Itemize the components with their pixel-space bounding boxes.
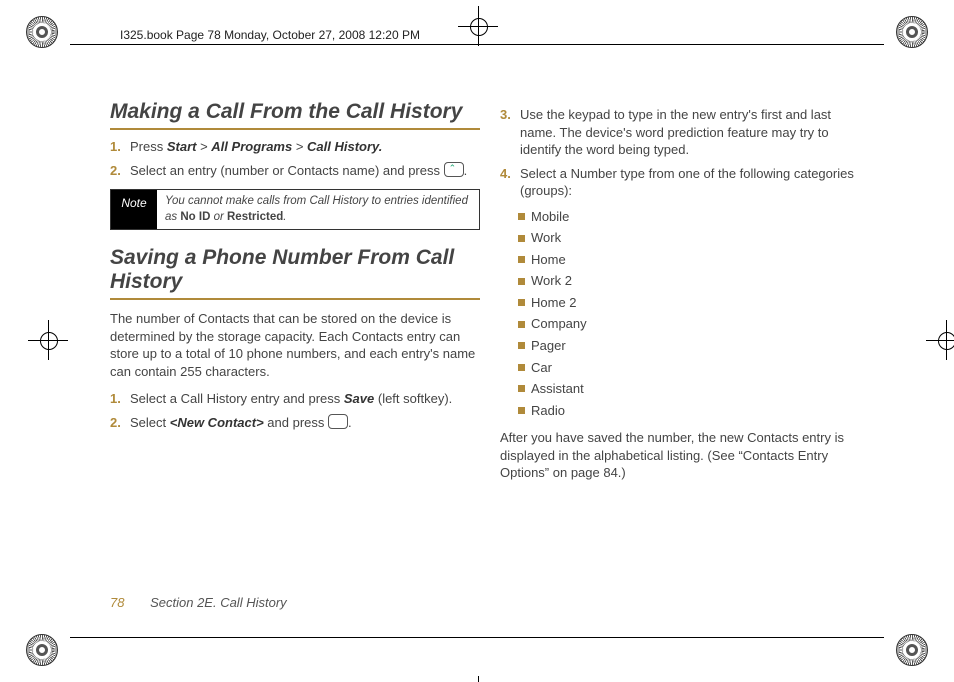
category-item: Assistant [518, 380, 870, 398]
category-item: Mobile [518, 208, 870, 226]
category-label: Home [531, 251, 566, 269]
category-label: Radio [531, 402, 565, 420]
step-4: 4. Select a Number type from one of the … [500, 165, 870, 200]
step-1: 1. Press Start > All Programs > Call His… [110, 138, 480, 156]
ok-key-icon [328, 414, 348, 429]
step-text: Select a Number type from one of the fol… [520, 165, 870, 200]
footer-rule [70, 637, 884, 638]
bullet-icon [518, 256, 525, 263]
category-item: Work [518, 229, 870, 247]
note-body: You cannot make calls from Call History … [157, 190, 479, 229]
header-rule [70, 44, 884, 45]
step-number: 3. [500, 106, 520, 122]
step-number: 2. [110, 414, 130, 430]
note-label: Note [111, 190, 157, 229]
column-right: 3. Use the keypad to type in the new ent… [500, 100, 870, 582]
step-number: 1. [110, 390, 130, 406]
step-2: 2. Select <New Contact> and press . [110, 414, 480, 432]
category-item: Home [518, 251, 870, 269]
intro-paragraph: The number of Contacts that can be store… [110, 310, 480, 380]
step-3: 3. Use the keypad to type in the new ent… [500, 106, 870, 159]
step-number: 1. [110, 138, 130, 154]
category-label: Work [531, 229, 561, 247]
bullet-icon [518, 385, 525, 392]
step-text: Select <New Contact> and press . [130, 414, 480, 432]
after-paragraph: After you have saved the number, the new… [500, 429, 870, 482]
category-label: Assistant [531, 380, 584, 398]
category-label: Mobile [531, 208, 569, 226]
print-rosette-tl [26, 16, 58, 48]
step-2: 2. Select an entry (number or Contacts n… [110, 162, 480, 180]
steps-saving-cont: 3. Use the keypad to type in the new ent… [500, 106, 870, 200]
category-label: Home 2 [531, 294, 577, 312]
category-label: Pager [531, 337, 566, 355]
section-label: Section 2E. Call History [150, 595, 287, 610]
step-text: Select a Call History entry and press Sa… [130, 390, 480, 408]
step-number: 2. [110, 162, 130, 178]
column-left: Making a Call From the Call History 1. P… [110, 100, 480, 582]
category-item: Pager [518, 337, 870, 355]
bullet-icon [518, 278, 525, 285]
bullet-icon [518, 342, 525, 349]
category-item: Home 2 [518, 294, 870, 312]
bullet-icon [518, 321, 525, 328]
framemaker-header: I325.book Page 78 Monday, October 27, 20… [120, 28, 420, 42]
category-label: Company [531, 315, 587, 333]
call-key-icon [444, 162, 464, 177]
page-body: Making a Call From the Call History 1. P… [110, 100, 894, 582]
print-rosette-bl [26, 634, 58, 666]
bullet-icon [518, 235, 525, 242]
steps-making-call: 1. Press Start > All Programs > Call His… [110, 138, 480, 179]
heading-saving-number: Saving a Phone Number From Call History [110, 246, 480, 300]
steps-saving: 1. Select a Call History entry and press… [110, 390, 480, 431]
category-label: Work 2 [531, 272, 572, 290]
step-1: 1. Select a Call History entry and press… [110, 390, 480, 408]
category-item: Radio [518, 402, 870, 420]
step-text: Press Start > All Programs > Call Histor… [130, 138, 480, 156]
bullet-icon [518, 299, 525, 306]
note-box: Note You cannot make calls from Call His… [110, 189, 480, 230]
step-number: 4. [500, 165, 520, 181]
print-rosette-br [896, 634, 928, 666]
category-item: Work 2 [518, 272, 870, 290]
heading-making-call: Making a Call From the Call History [110, 100, 480, 130]
page-footer: 78 Section 2E. Call History [110, 594, 287, 612]
bullet-icon [518, 364, 525, 371]
bullet-icon [518, 407, 525, 414]
step-text: Select an entry (number or Contacts name… [130, 162, 480, 180]
page-number: 78 [110, 595, 124, 610]
category-item: Company [518, 315, 870, 333]
print-rosette-tr [896, 16, 928, 48]
category-label: Car [531, 359, 552, 377]
category-item: Car [518, 359, 870, 377]
step-text: Use the keypad to type in the new entry'… [520, 106, 870, 159]
category-list: Mobile Work Home Work 2 Home 2 Company Pager Ca… [500, 208, 870, 419]
bullet-icon [518, 213, 525, 220]
